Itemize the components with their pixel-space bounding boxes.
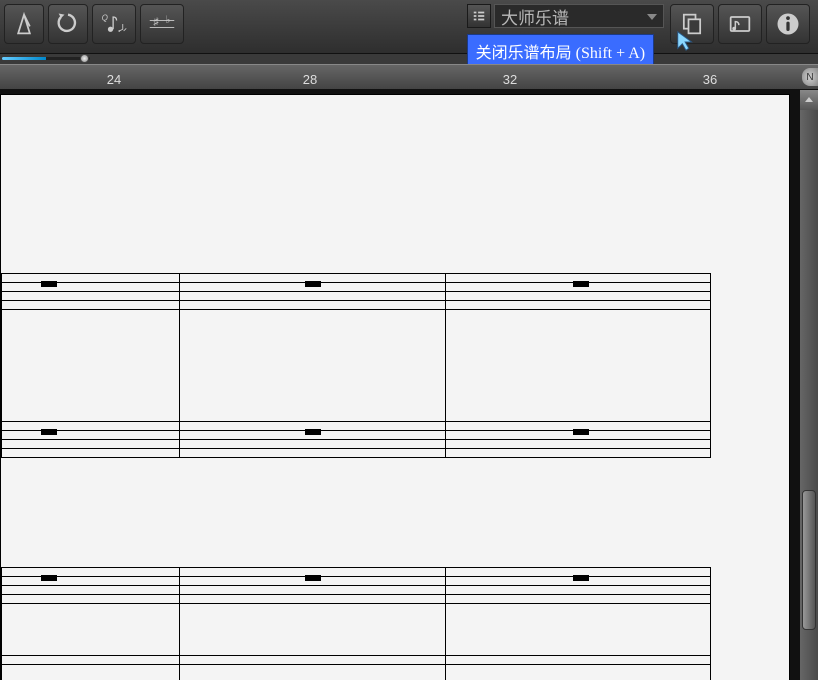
metronome-icon [10, 10, 38, 38]
svg-text:♭: ♭ [166, 14, 171, 26]
quantize-icon: Q [100, 10, 128, 38]
staff [1, 567, 711, 603]
ruler-end-cap[interactable]: N [802, 68, 818, 86]
ruler-tick: 32 [503, 72, 517, 87]
whole-rest [573, 281, 589, 287]
copy-icon [678, 10, 706, 38]
system-barline [445, 273, 446, 457]
dropdown-selected-label: 大师乐谱 [501, 4, 569, 29]
zoom-slider[interactable] [0, 54, 92, 62]
system-barline [179, 273, 180, 457]
whole-rest [305, 281, 321, 287]
slider-track [2, 57, 90, 60]
reset-button[interactable] [48, 4, 88, 44]
enharmonic-icon: ♯ ♭ [148, 10, 176, 38]
score-page[interactable] [0, 94, 790, 680]
svg-text:Q: Q [102, 14, 108, 23]
score-layout-dropdown[interactable]: 大师乐谱 [494, 4, 664, 28]
list-icon [472, 9, 486, 23]
quantize-button[interactable]: Q [92, 4, 136, 44]
whole-rest [41, 575, 57, 581]
whole-rest [305, 429, 321, 435]
tooltip-text: 关闭乐谱布局 (Shift + A) [476, 45, 645, 62]
combo-prefix-button[interactable] [467, 4, 491, 28]
whole-rest [573, 575, 589, 581]
system-barline [710, 567, 711, 680]
media-button[interactable] [718, 4, 762, 44]
media-icon [726, 10, 754, 38]
reset-icon [54, 10, 82, 38]
ruler-cap-label: N [806, 72, 813, 83]
ruler-tick: 24 [107, 72, 121, 87]
timeline-ruler[interactable]: 24 28 32 36 N [0, 64, 818, 90]
vertical-scrollbar[interactable] [800, 90, 818, 680]
ruler-tick: 28 [303, 72, 317, 87]
toolbar-right-cluster: 大师乐谱 关闭乐谱布局 (Shift + A) [467, 4, 814, 44]
tooltip: 关闭乐谱布局 (Shift + A) [467, 34, 654, 68]
info-icon [774, 10, 802, 38]
whole-rest [573, 429, 589, 435]
enharmonic-button[interactable]: ♯ ♭ [140, 4, 184, 44]
system-barline [1, 567, 2, 680]
slider-thumb[interactable] [80, 54, 89, 63]
ruler-tick: 36 [703, 72, 717, 87]
staff-system [1, 273, 711, 309]
svg-text:♯: ♯ [153, 16, 158, 28]
metronome-button[interactable] [4, 4, 44, 44]
staff [1, 273, 711, 309]
system-barline [710, 273, 711, 457]
staff-system [1, 567, 711, 603]
system-barline [179, 567, 180, 680]
system-barline [445, 567, 446, 680]
staff-system [1, 421, 711, 457]
scrollbar-thumb[interactable] [802, 490, 816, 630]
toolbar-right-buttons [670, 4, 814, 44]
whole-rest [41, 281, 57, 287]
copy-button[interactable] [670, 4, 714, 44]
staff [1, 421, 711, 457]
scroll-up-button[interactable] [800, 90, 818, 110]
info-button[interactable] [766, 4, 810, 44]
whole-rest [41, 429, 57, 435]
whole-rest [305, 575, 321, 581]
staff [1, 655, 711, 675]
layout-combo-group: 大师乐谱 关闭乐谱布局 (Shift + A) [467, 4, 664, 28]
staff-system [1, 655, 711, 675]
system-barline [1, 273, 2, 457]
chevron-up-icon [804, 95, 814, 105]
score-viewport[interactable] [0, 90, 800, 680]
